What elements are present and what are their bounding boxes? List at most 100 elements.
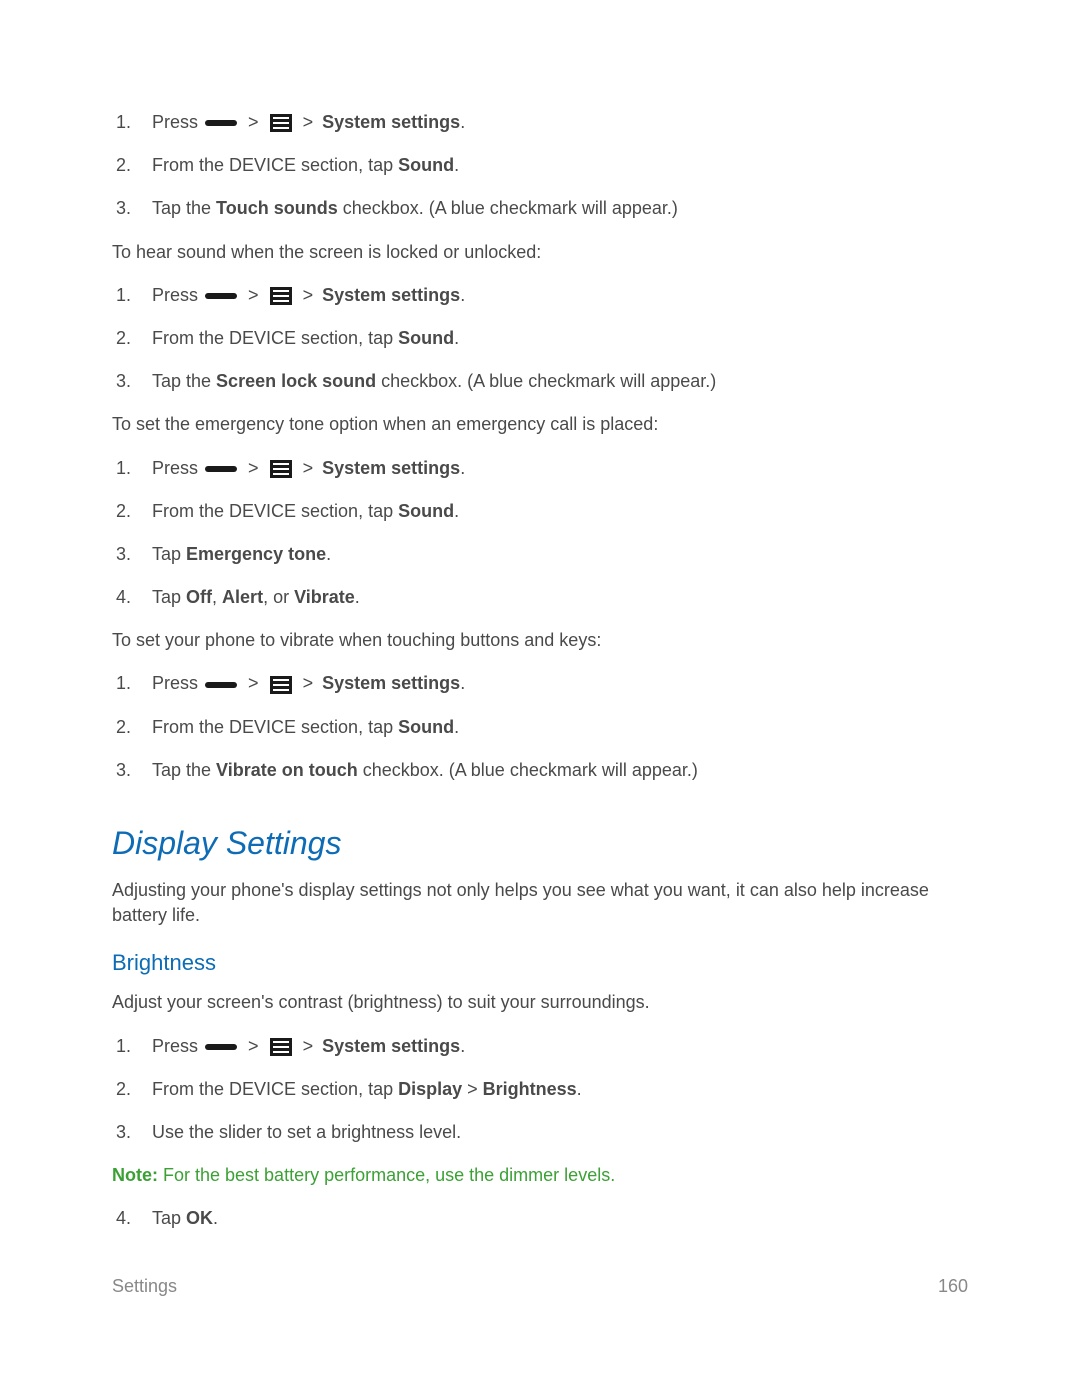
brightness-steps: Press > > System settings. From the DEVI… bbox=[112, 1034, 968, 1146]
sound-label: Sound bbox=[398, 717, 454, 737]
separator: > bbox=[248, 112, 259, 132]
step-text: checkbox. (A blue checkmark will appear.… bbox=[358, 760, 698, 780]
emergency-tone-label: Emergency tone bbox=[186, 544, 326, 564]
separator: > bbox=[303, 285, 314, 305]
list-item: Use the slider to set a brightness level… bbox=[112, 1120, 968, 1145]
emergency-intro: To set the emergency tone option when an… bbox=[112, 412, 968, 437]
brightness-label: Brightness bbox=[483, 1079, 577, 1099]
step-text: , or bbox=[263, 587, 294, 607]
brightness-heading: Brightness bbox=[112, 950, 968, 976]
separator: > bbox=[248, 673, 259, 693]
period: . bbox=[460, 458, 465, 478]
step-text: . bbox=[454, 328, 459, 348]
brightness-steps-cont: Tap OK. bbox=[112, 1206, 968, 1231]
step-text: . bbox=[213, 1208, 218, 1228]
list-item: Tap the Vibrate on touch checkbox. (A bl… bbox=[112, 758, 968, 783]
separator: > bbox=[248, 1036, 259, 1056]
system-settings-label: System settings bbox=[322, 1036, 460, 1056]
step-text: Press bbox=[152, 673, 198, 693]
home-icon bbox=[205, 466, 237, 472]
list-item: Tap the Touch sounds checkbox. (A blue c… bbox=[112, 196, 968, 221]
step-text: Press bbox=[152, 285, 198, 305]
system-settings-label: System settings bbox=[322, 112, 460, 132]
page-footer: Settings 160 bbox=[112, 1276, 968, 1297]
vibrate-touch-steps: Press > > System settings. From the DEVI… bbox=[112, 671, 968, 783]
step-text: From the DEVICE section, tap bbox=[152, 155, 398, 175]
menu-icon bbox=[270, 114, 292, 132]
step-text: , bbox=[212, 587, 222, 607]
list-item: Tap OK. bbox=[112, 1206, 968, 1231]
list-item: From the DEVICE section, tap Sound. bbox=[112, 153, 968, 178]
screen-lock-steps: Press > > System settings. From the DEVI… bbox=[112, 283, 968, 395]
list-item: Tap the Screen lock sound checkbox. (A b… bbox=[112, 369, 968, 394]
menu-icon bbox=[270, 676, 292, 694]
step-text: Tap the bbox=[152, 371, 216, 391]
separator: > bbox=[303, 1036, 314, 1056]
list-item: Press > > System settings. bbox=[112, 671, 968, 696]
home-icon bbox=[205, 120, 237, 126]
touch-sounds-steps: Press > > System settings. From the DEVI… bbox=[112, 110, 968, 222]
step-text: Use the slider to set a brightness level… bbox=[152, 1122, 461, 1142]
page-content: Press > > System settings. From the DEVI… bbox=[0, 0, 1080, 1232]
footer-page-number: 160 bbox=[938, 1276, 968, 1297]
separator: > bbox=[303, 673, 314, 693]
vibrate-label: Vibrate bbox=[294, 587, 355, 607]
system-settings-label: System settings bbox=[322, 458, 460, 478]
step-text: . bbox=[454, 501, 459, 521]
step-text: checkbox. (A blue checkmark will appear.… bbox=[376, 371, 716, 391]
system-settings-label: System settings bbox=[322, 673, 460, 693]
step-text: From the DEVICE section, tap bbox=[152, 328, 398, 348]
list-item: Press > > System settings. bbox=[112, 1034, 968, 1059]
step-text: From the DEVICE section, tap bbox=[152, 1079, 398, 1099]
list-item: Press > > System settings. bbox=[112, 456, 968, 481]
display-settings-heading: Display Settings bbox=[112, 825, 968, 862]
step-text: . bbox=[454, 155, 459, 175]
vibrate-touch-intro: To set your phone to vibrate when touchi… bbox=[112, 628, 968, 653]
home-icon bbox=[205, 1044, 237, 1050]
step-text: Tap bbox=[152, 1208, 186, 1228]
off-label: Off bbox=[186, 587, 212, 607]
step-text: Press bbox=[152, 1036, 198, 1056]
separator: > bbox=[248, 285, 259, 305]
touch-sounds-label: Touch sounds bbox=[216, 198, 338, 218]
separator: > bbox=[303, 458, 314, 478]
note-text: For the best battery performance, use th… bbox=[158, 1165, 615, 1185]
brightness-note: Note: For the best battery performance, … bbox=[112, 1163, 968, 1188]
system-settings-label: System settings bbox=[322, 285, 460, 305]
display-intro: Adjusting your phone's display settings … bbox=[112, 878, 968, 928]
step-text: Tap bbox=[152, 587, 186, 607]
step-text: Tap the bbox=[152, 198, 216, 218]
list-item: From the DEVICE section, tap Sound. bbox=[112, 715, 968, 740]
sound-label: Sound bbox=[398, 328, 454, 348]
step-text: . bbox=[454, 717, 459, 737]
period: . bbox=[460, 112, 465, 132]
step-text: checkbox. (A blue checkmark will appear.… bbox=[338, 198, 678, 218]
step-text: . bbox=[355, 587, 360, 607]
brightness-intro: Adjust your screen's contrast (brightnes… bbox=[112, 990, 968, 1015]
period: . bbox=[460, 285, 465, 305]
separator: > bbox=[303, 112, 314, 132]
period: . bbox=[460, 1036, 465, 1056]
menu-icon bbox=[270, 287, 292, 305]
sound-label: Sound bbox=[398, 501, 454, 521]
step-text: Tap bbox=[152, 544, 186, 564]
step-text: Tap the bbox=[152, 760, 216, 780]
display-label: Display bbox=[398, 1079, 462, 1099]
menu-icon bbox=[270, 460, 292, 478]
step-text: From the DEVICE section, tap bbox=[152, 717, 398, 737]
list-item: From the DEVICE section, tap Sound. bbox=[112, 326, 968, 351]
footer-section: Settings bbox=[112, 1276, 177, 1297]
vibrate-on-touch-label: Vibrate on touch bbox=[216, 760, 358, 780]
separator: > bbox=[248, 458, 259, 478]
list-item: From the DEVICE section, tap Display > B… bbox=[112, 1077, 968, 1102]
list-item: Press > > System settings. bbox=[112, 110, 968, 135]
list-item: From the DEVICE section, tap Sound. bbox=[112, 499, 968, 524]
step-text: From the DEVICE section, tap bbox=[152, 501, 398, 521]
alert-label: Alert bbox=[222, 587, 263, 607]
list-item: Press > > System settings. bbox=[112, 283, 968, 308]
step-text: Press bbox=[152, 458, 198, 478]
note-label: Note: bbox=[112, 1165, 158, 1185]
screen-lock-sound-label: Screen lock sound bbox=[216, 371, 376, 391]
menu-icon bbox=[270, 1038, 292, 1056]
sound-label: Sound bbox=[398, 155, 454, 175]
